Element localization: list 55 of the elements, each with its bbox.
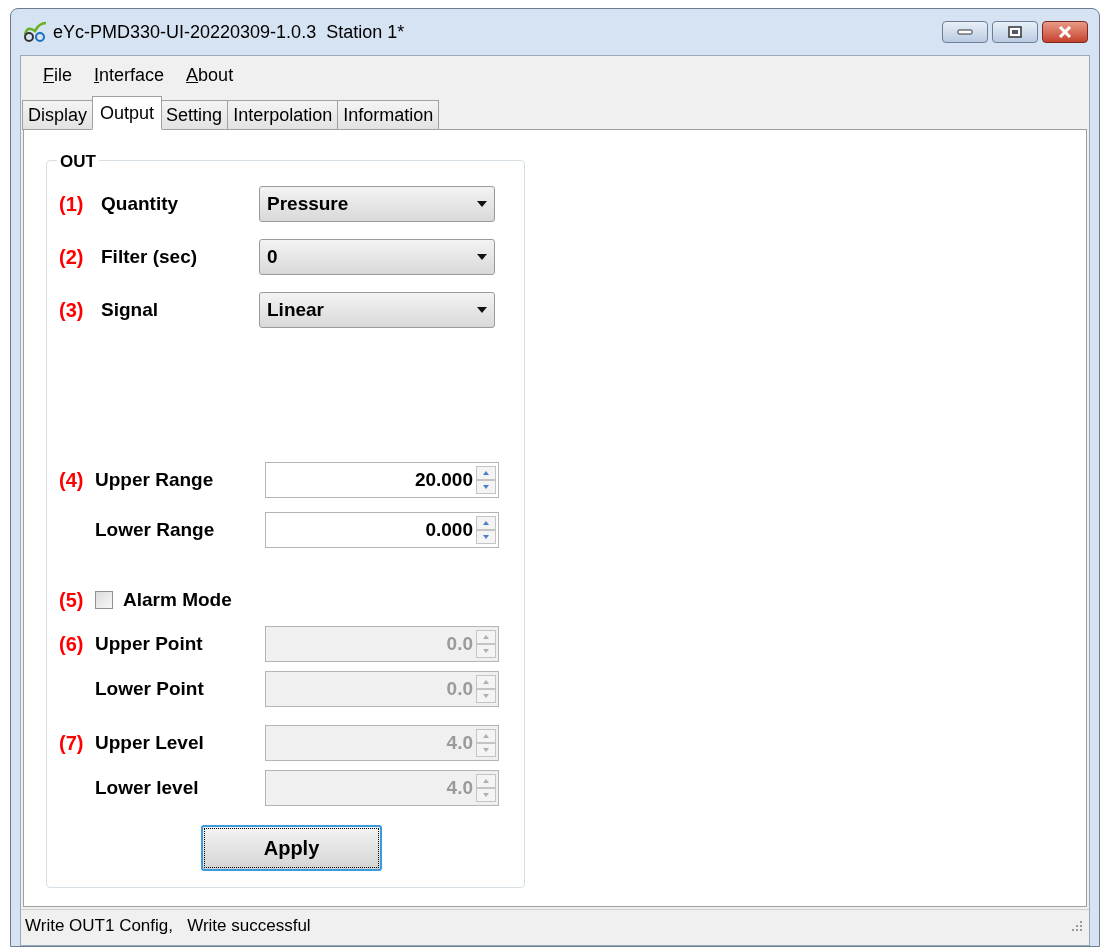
dropdown[interactable]: Pressure	[259, 186, 495, 222]
callout-number: (7)	[59, 731, 85, 756]
spin-arrows-icon	[476, 466, 496, 494]
field-label: Lower Point	[95, 676, 205, 701]
checkbox[interactable]	[95, 591, 113, 609]
field-label: Signal	[100, 297, 159, 322]
dropdown-arrow-icon	[477, 254, 487, 260]
callout-number: (3)	[59, 298, 85, 323]
menu-item[interactable]: File	[43, 61, 72, 89]
menu-item[interactable]: Interface	[94, 61, 165, 89]
spin-box[interactable]: 20.000	[265, 462, 499, 498]
close-button[interactable]	[1042, 21, 1088, 43]
dropdown[interactable]: 0	[259, 239, 495, 275]
spin-box: 4.0	[265, 770, 499, 806]
close-icon	[1058, 26, 1072, 38]
field-label: Upper Level	[95, 730, 205, 755]
field-label: Upper Point	[95, 631, 204, 656]
field-label: Quantity	[100, 191, 180, 216]
maximize-icon	[1008, 26, 1022, 38]
spin-arrows-icon	[476, 630, 496, 658]
dropdown[interactable]: Linear	[259, 292, 495, 328]
app-logo-icon	[23, 21, 47, 43]
window-title: eYc-PMD330-UI-20220309-1.0.3 Station 1*	[53, 20, 405, 44]
tab[interactable]: Display	[22, 100, 94, 130]
minimize-icon	[957, 29, 973, 35]
callout-number: (1)	[59, 192, 85, 217]
field-label: Lower Range	[95, 517, 216, 542]
checkbox-label: Alarm Mode	[123, 587, 232, 612]
dropdown-arrow-icon	[477, 201, 487, 207]
maximize-button[interactable]	[992, 21, 1038, 43]
spin-box: 0.0	[265, 626, 499, 662]
field-label: Filter (sec)	[100, 244, 199, 269]
spin-arrows-icon	[476, 729, 496, 757]
spin-box: 4.0	[265, 725, 499, 761]
callout-number: (6)	[59, 632, 85, 657]
field-label: Lower level	[95, 775, 200, 800]
spin-arrows-icon	[476, 516, 496, 544]
spin-box[interactable]: 0.000	[265, 512, 499, 548]
field-label: Upper Range	[95, 467, 215, 492]
resize-grip-icon	[1071, 919, 1083, 932]
tab[interactable]: Setting	[160, 100, 229, 130]
callout-number: (4)	[59, 468, 85, 493]
spin-arrows-icon	[476, 774, 496, 802]
status-text: Write OUT1 Config, Write successful	[25, 914, 311, 937]
dropdown-arrow-icon	[477, 307, 487, 313]
apply-button[interactable]: Apply	[201, 825, 382, 871]
menu-item[interactable]: About	[186, 61, 234, 89]
minimize-button[interactable]	[942, 21, 988, 43]
callout-number: (2)	[59, 245, 85, 270]
tab[interactable]: Output	[92, 96, 163, 130]
spin-arrows-icon	[476, 675, 496, 703]
tab[interactable]: Information	[337, 100, 440, 130]
spin-box: 0.0	[265, 671, 499, 707]
tab[interactable]: Interpolation	[227, 100, 339, 130]
callout-number: (5)	[59, 588, 85, 613]
